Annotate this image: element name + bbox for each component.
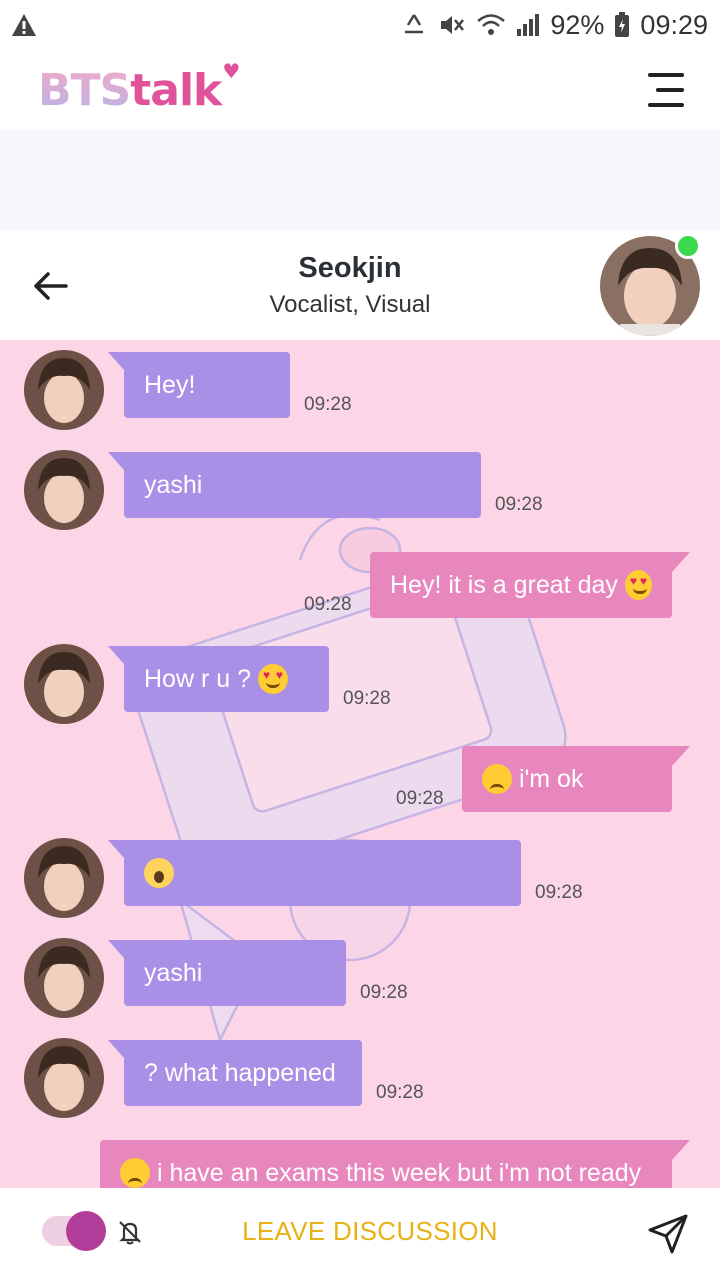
message-time: 09:28 [535, 882, 583, 903]
sender-avatar[interactable] [24, 838, 104, 918]
message-text: yashi [144, 958, 203, 987]
battery-percent: 92% [550, 9, 605, 40]
leave-discussion-button[interactable]: LEAVE DISCUSSION [200, 1216, 540, 1247]
sender-avatar[interactable] [24, 450, 104, 530]
chat-title: Seokjin Vocalist, Visual [0, 252, 700, 319]
message-time: 09:28 [360, 982, 408, 1003]
message-time: 09:28 [343, 688, 391, 709]
recycle-icon [400, 12, 428, 38]
message-bubble: Hey! [108, 352, 290, 418]
message-text: Hey! it is a great day [390, 570, 618, 599]
message-time: 09:28 [304, 594, 352, 615]
message-time: 09:28 [304, 394, 352, 415]
battery-icon [614, 12, 630, 38]
scream-emoji-icon [144, 858, 174, 888]
wifi-icon [476, 12, 506, 38]
sweat-emoji-icon [482, 764, 512, 794]
contact-role: Vocalist, Visual [269, 291, 431, 318]
send-icon [648, 1214, 688, 1254]
sender-avatar[interactable] [24, 350, 104, 430]
send-button[interactable] [646, 1212, 690, 1256]
logo-bts: BTS [38, 64, 131, 116]
message-text: ? what happened [144, 1058, 336, 1087]
message-text: How r u ? [144, 664, 251, 693]
contact-name: Seokjin [298, 252, 402, 284]
message-time: 09:28 [376, 1082, 424, 1103]
signal-icon [516, 13, 540, 37]
heart-icon: ♥ [222, 58, 240, 83]
message-bubble-outgoing: Hey! it is a great day [370, 552, 690, 618]
mute-speaker-icon [438, 12, 466, 38]
menu-button[interactable] [644, 73, 684, 107]
toggle-knob [66, 1211, 106, 1251]
message-text: Hey! [144, 370, 196, 399]
message-bubble: yashi [108, 940, 346, 1006]
message-text: yashi [144, 470, 203, 499]
message-bubble: ? what happened [108, 1040, 362, 1106]
online-status-indicator [675, 233, 701, 259]
message-time: 09:28 [495, 494, 543, 515]
bell-off-icon[interactable] [116, 1218, 144, 1246]
notification-toggle[interactable] [42, 1211, 106, 1251]
bts-talk-logo: BTS talk ♥ [38, 59, 240, 116]
message-text: i have an exams this week but i'm not re… [156, 1158, 642, 1187]
chat-messages[interactable]: Hey! 09:28 yashi 09:28 Hey! it is a grea… [0, 340, 720, 1188]
heart-eyes-emoji-icon [257, 664, 288, 694]
warning-icon [10, 12, 38, 38]
tired-emoji-icon [120, 1158, 150, 1188]
message-bubble-outgoing: i'm ok [462, 746, 690, 812]
sender-avatar[interactable] [24, 938, 104, 1018]
sender-avatar[interactable] [24, 644, 104, 724]
heart-eyes-emoji-icon [624, 570, 652, 600]
status-bar: 92% 09:29 [0, 0, 720, 50]
chat-header: Seokjin Vocalist, Visual [0, 230, 720, 340]
bottom-bar: LEAVE DISCUSSION [0, 1188, 720, 1280]
message-text: i'm ok [518, 764, 584, 793]
logo-talk: talk [130, 64, 222, 116]
message-bubble: yashi [108, 452, 481, 518]
message-time: 09:28 [396, 788, 444, 809]
sender-avatar[interactable] [24, 1038, 104, 1118]
hamburger-icon [648, 73, 684, 77]
app-bar: BTS talk ♥ [0, 50, 720, 130]
message-bubble: How r u ? [108, 646, 329, 712]
clock: 09:29 [640, 9, 708, 40]
message-bubble [108, 840, 521, 906]
banner-area [0, 130, 720, 230]
message-bubble-outgoing: i have an exams this week but i'm not re… [100, 1140, 690, 1188]
